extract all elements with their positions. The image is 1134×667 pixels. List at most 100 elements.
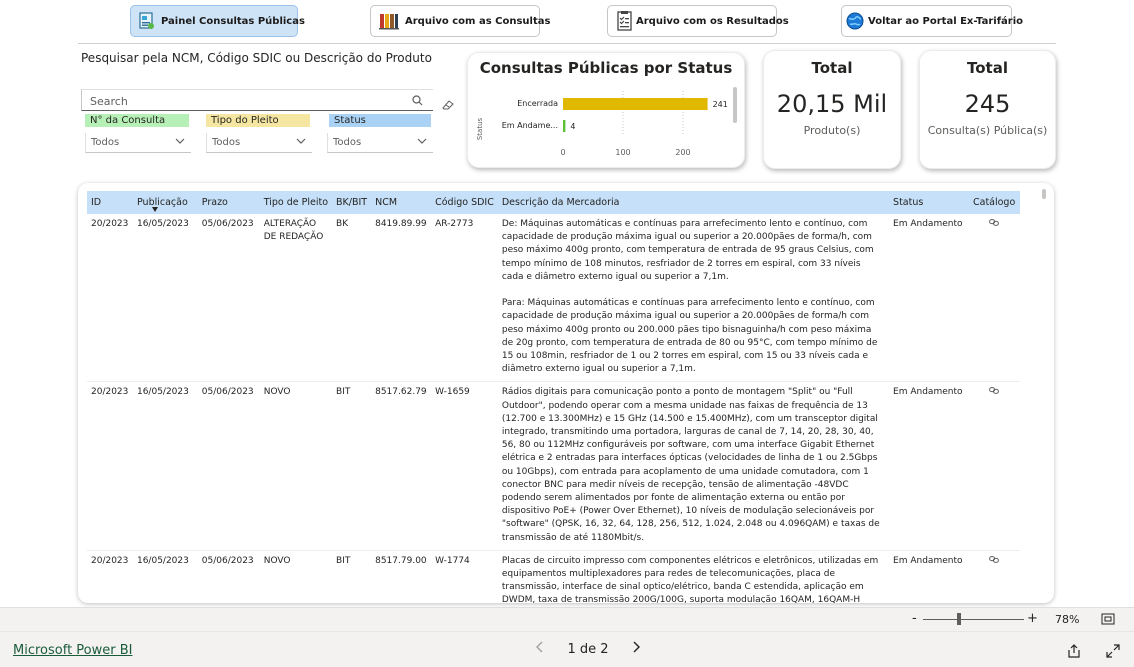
cell-catalogo[interactable] (968, 381, 1020, 551)
search-icon (412, 95, 423, 109)
nav-arquivo-resultados-button[interactable]: Arquivo com os Resultados (607, 5, 789, 37)
col-header-ncm[interactable]: NCM (371, 191, 432, 214)
status-chart-title: Consultas Públicas por Status (479, 59, 733, 77)
status-chart-card: Consultas Públicas por Status Status 0 10… (467, 52, 745, 168)
eraser-icon[interactable] (442, 95, 454, 114)
cell-prazo: 05/06/2023 (197, 381, 260, 551)
cell-prazo: 05/06/2023 (197, 214, 260, 383)
search-title: Pesquisar pela NCM, Código SDIC ou Descr… (81, 51, 432, 65)
cell-sdic: W-1659 (431, 381, 498, 551)
cell-catalogo[interactable] (968, 214, 1020, 383)
table-row[interactable]: 20/2023 16/05/2023 05/06/2023 NOVO BIT 8517.6… (87, 381, 1020, 551)
nav-portal-label: Voltar ao Portal Ex-Tarifário (868, 15, 1024, 27)
slicer-dropdown-status[interactable]: Todos (327, 133, 433, 153)
total-produtos-title: Total (811, 59, 853, 77)
zoom-in-button[interactable]: + (1027, 611, 1038, 626)
link-icon[interactable] (989, 555, 1000, 566)
fullscreen-icon[interactable] (1106, 643, 1120, 662)
nav-painel-button[interactable]: Painel Consultas Públicas (130, 5, 305, 37)
zoom-out-button[interactable]: - (912, 611, 917, 626)
chart-scrollbar[interactable] (733, 87, 737, 123)
zoom-slider-thumb[interactable] (957, 613, 961, 625)
header-divider (78, 43, 1056, 44)
powerbi-link[interactable]: Microsoft Power BI (13, 643, 132, 658)
chart-data-label: 241 (713, 100, 728, 109)
table-row[interactable]: 20/2023 16/05/2023 05/06/2023 NOVO BIT 8517.7… (87, 550, 1020, 603)
cell-id: 20/2023 (87, 381, 133, 551)
slicer-value: Todos (333, 137, 362, 148)
nav-arquivo-resultados-label: Arquivo com os Resultados (636, 15, 789, 27)
chart-category-label: Encerrada (517, 99, 558, 108)
slicer-label-tipo: Tipo do Pleito (206, 114, 310, 127)
slicer-label-status: Status (329, 114, 431, 127)
search-input[interactable]: Search (81, 89, 433, 111)
cell-descricao: Rádios digitais para comunicação ponto a… (497, 381, 890, 551)
cell-prazo: 05/06/2023 (197, 550, 260, 603)
col-header-descricao[interactable]: Descrição da Mercadoria (497, 191, 890, 214)
table-scrollbar[interactable] (1042, 189, 1046, 199)
cell-publicacao: 16/05/2023 (132, 381, 198, 551)
chevron-down-icon (417, 137, 427, 148)
total-consultas-title: Total (967, 59, 1008, 77)
slicer-dropdown-tipo[interactable]: Todos (206, 133, 312, 153)
cell-publicacao: 16/05/2023 (132, 550, 198, 603)
chart-x-tick-label: 100 (615, 148, 630, 157)
link-icon[interactable] (989, 387, 1000, 397)
page-navigator: 1 de 2 (536, 641, 640, 657)
col-header-sdic[interactable]: Código SDIC (431, 191, 498, 214)
col-header-bkbit[interactable]: BK/BIT (332, 191, 372, 214)
sort-desc-icon (151, 207, 158, 212)
chart-data-label: 4 (570, 122, 575, 131)
cell-catalogo[interactable] (968, 550, 1020, 603)
cell-status: Em Andamento (889, 550, 969, 603)
cell-ncm: 8517.79.00 (371, 550, 432, 603)
cell-ncm: 8419.89.99 (371, 214, 432, 383)
consultas-table-card: ID Publicação Prazo Tipo de Pleito BK/BI… (78, 183, 1054, 603)
cell-status: Em Andamento (889, 381, 969, 551)
nav-portal-button[interactable]: Voltar ao Portal Ex-Tarifário (841, 5, 1023, 37)
total-consultas-value: 245 (964, 90, 1011, 118)
link-icon[interactable] (989, 219, 1000, 229)
chart-y-axis-label: Status (476, 117, 484, 140)
col-header-publicacao[interactable]: Publicação (132, 191, 198, 214)
cell-descricao: De: Máquinas automáticas e contínuas par… (497, 214, 890, 383)
slicer-value: Todos (91, 137, 120, 148)
globe-icon (846, 11, 864, 31)
powerbi-footer: Microsoft Power BI 1 de 2 (0, 631, 1134, 667)
cell-bkbit: BK (332, 214, 372, 383)
cell-descricao: Placas de circuito impresso com componen… (497, 550, 890, 603)
share-icon[interactable] (1067, 643, 1081, 662)
cell-sdic: AR-2773 (431, 214, 498, 383)
status-bar-chart: Status 0 100 200 Encerrada 241 Em Andame... 4 (476, 87, 737, 157)
cell-bkbit: BIT (332, 550, 372, 603)
col-header-tipo[interactable]: Tipo de Pleito (259, 191, 333, 214)
nav-painel-label: Painel Consultas Públicas (161, 15, 305, 27)
col-header-catalogo[interactable]: Catálogo (968, 191, 1020, 214)
prev-page-icon[interactable] (536, 641, 544, 657)
col-header-status[interactable]: Status (889, 191, 969, 214)
chart-category-label: Em Andame... (502, 121, 558, 130)
chart-bar[interactable] (563, 120, 566, 132)
col-header-publicacao-label: Publicação (136, 197, 188, 208)
table-row[interactable]: 20/2023 16/05/2023 05/06/2023 ALTERAÇÃO DE … (87, 214, 1020, 383)
nav-arquivo-consultas-button[interactable]: Arquivo com as Consultas (370, 5, 550, 37)
cell-tipo: NOVO (259, 550, 333, 603)
cell-bkbit: BIT (332, 381, 372, 551)
zoom-slider-track[interactable] (923, 619, 1024, 620)
report-canvas: Painel Consultas Públicas Arquivo com as… (0, 0, 1134, 607)
total-produtos-card: Total 20,15 Mil Produto(s) (763, 50, 901, 169)
table-header-row: ID Publicação Prazo Tipo de Pleito BK/BI… (87, 191, 1020, 214)
search-placeholder: Search (90, 95, 128, 108)
col-header-prazo[interactable]: Prazo (197, 191, 260, 214)
zoom-percent: 78% (1055, 613, 1080, 626)
col-header-id[interactable]: ID (87, 191, 133, 214)
total-consultas-card: Total 245 Consulta(s) Pública(s) (919, 50, 1056, 169)
total-consultas-sub: Consulta(s) Pública(s) (927, 124, 1048, 137)
archive-icon (379, 11, 399, 31)
cell-ncm: 8517.62.79 (371, 381, 432, 551)
next-page-icon[interactable] (632, 641, 640, 657)
chart-bar[interactable] (563, 98, 708, 110)
zoom-bar: - + 78% (0, 607, 1134, 631)
fit-to-page-icon[interactable] (1101, 613, 1115, 628)
slicer-dropdown-consulta[interactable]: Todos (85, 133, 191, 153)
